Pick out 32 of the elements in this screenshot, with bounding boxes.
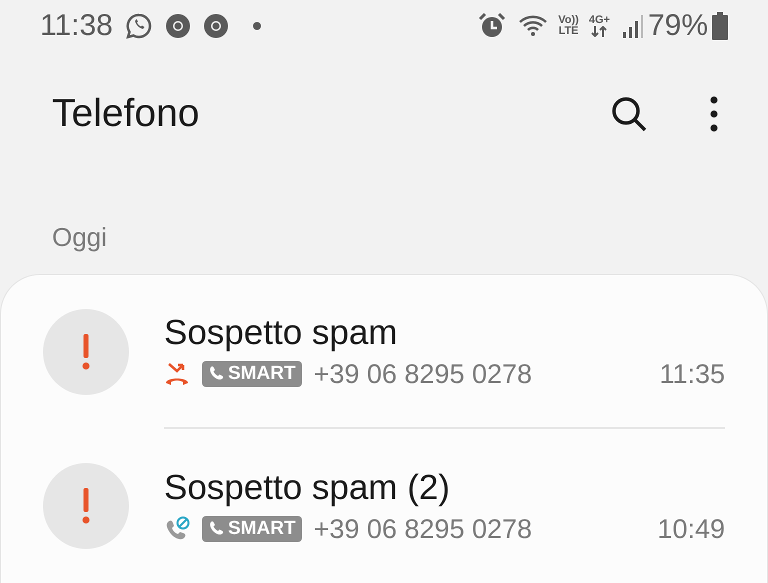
- search-icon[interactable]: [610, 95, 648, 133]
- chat-bubble-icon: [124, 12, 153, 40]
- network-label: 4G+: [588, 15, 610, 26]
- exclamation-icon: [82, 488, 90, 524]
- signal-icon: [622, 13, 644, 39]
- battery-percent: 79%: [648, 9, 708, 43]
- more-options-icon[interactable]: [710, 96, 718, 132]
- blocked-call-icon: [164, 516, 190, 542]
- phone-icon: [208, 521, 224, 537]
- call-time: 11:35: [659, 358, 725, 390]
- phone-icon: [208, 366, 224, 382]
- section-header: Oggi: [52, 222, 107, 252]
- exclamation-icon: [82, 334, 90, 370]
- volte-label: LTE: [558, 26, 579, 37]
- call-time: 10:49: [657, 514, 725, 544]
- wifi-icon: [518, 14, 548, 38]
- alarm-clock-icon: [478, 12, 506, 40]
- data-arrows-icon: [590, 26, 608, 37]
- missed-call-icon: [164, 361, 190, 387]
- caller-name[interactable]: Sospetto spam: [164, 312, 725, 352]
- clock-time: 11:38: [40, 9, 113, 43]
- volte-label: Vo)): [558, 15, 579, 26]
- battery-icon: [712, 12, 728, 40]
- caller-name[interactable]: Sospetto spam (2): [164, 468, 725, 508]
- browser-icon: [164, 13, 191, 39]
- browser-icon: [202, 13, 229, 39]
- phone-number: +39 06 8295 0278: [314, 358, 534, 390]
- smart-call-badge: SMART: [202, 361, 302, 387]
- app-title: Telefono: [52, 92, 200, 136]
- dot-icon: [252, 22, 261, 30]
- phone-number: +39 06 8295 0278: [314, 514, 534, 544]
- smart-call-badge: SMART: [202, 516, 302, 542]
